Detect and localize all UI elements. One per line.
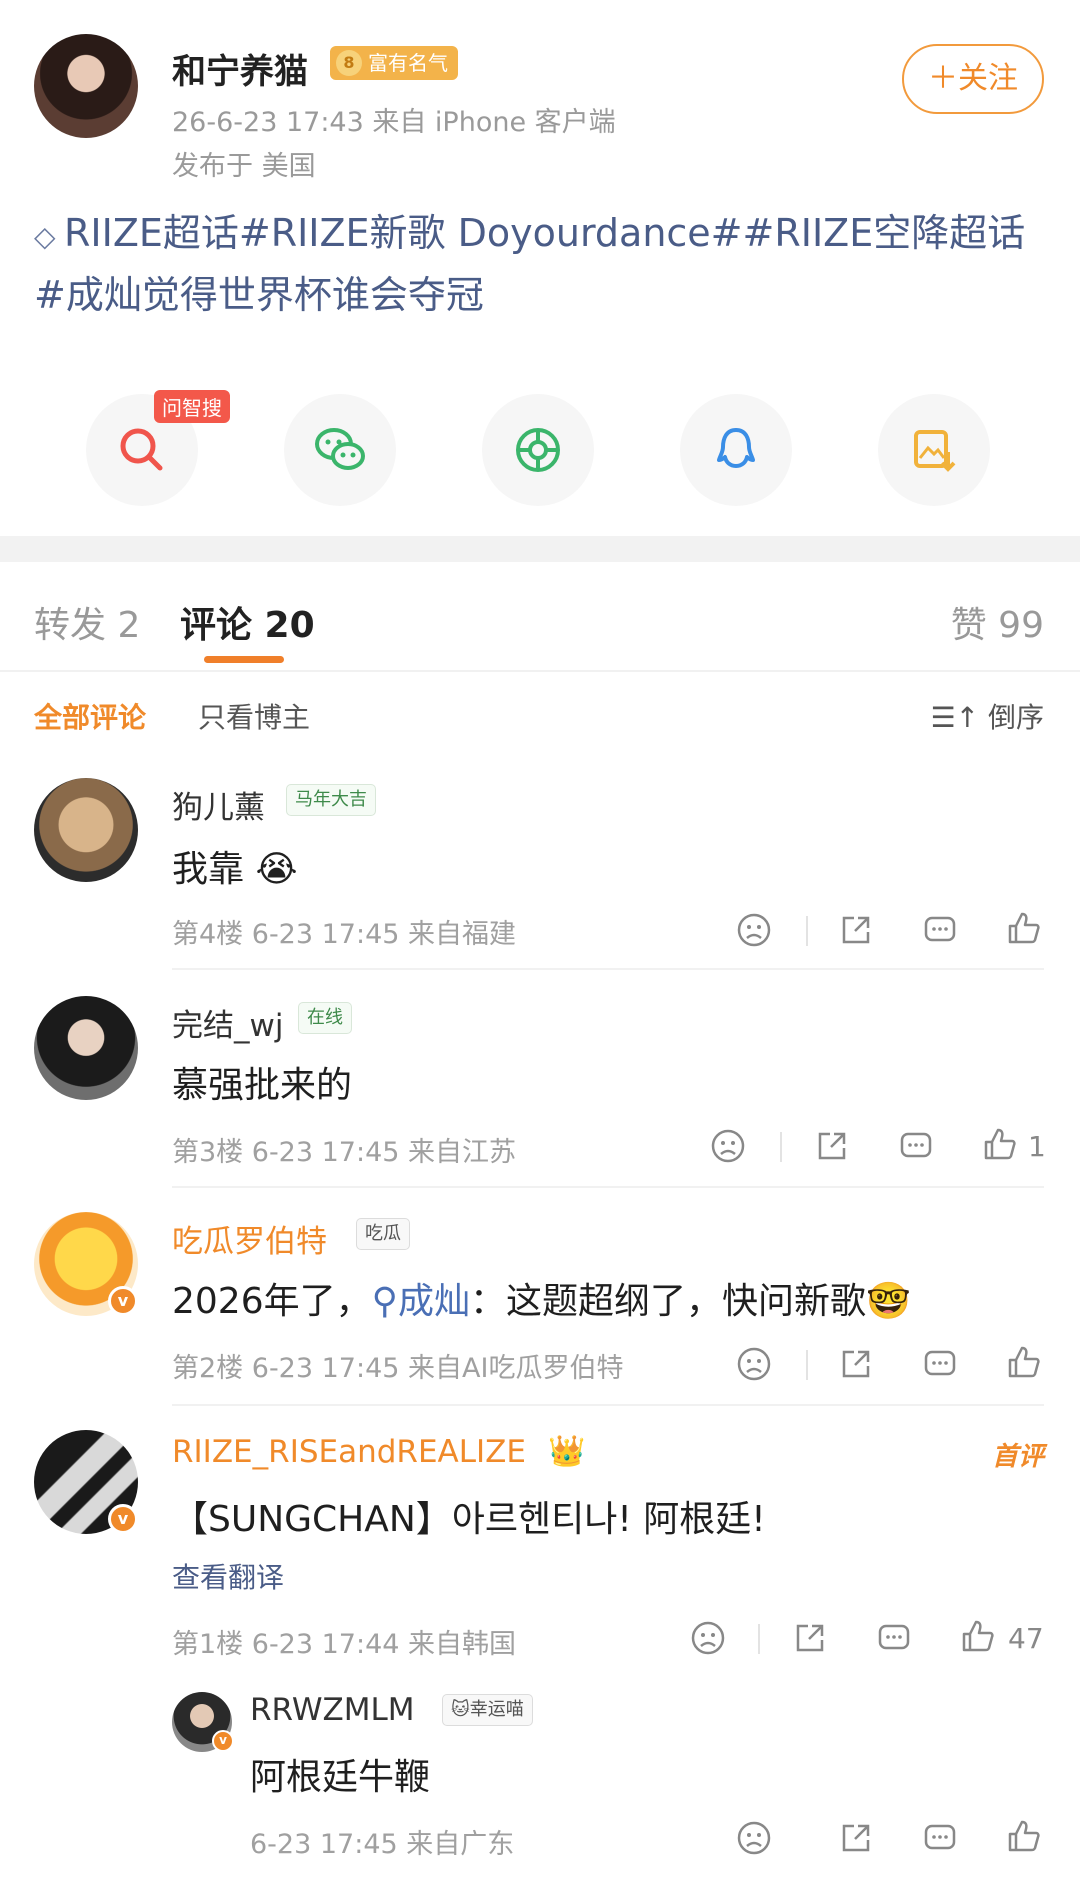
reply-meta: 6-23 17:45 来自广东: [250, 1829, 515, 1860]
save-image-button[interactable]: [878, 394, 990, 506]
share-icon[interactable]: [838, 1820, 874, 1856]
fame-badge: 8 富有名气: [330, 46, 458, 80]
user-badge: 🐱幸运喵: [442, 1694, 533, 1726]
comment-author[interactable]: RIIZE_RISEandREALIZE: [172, 1434, 526, 1470]
comment-divider: [172, 1186, 1044, 1188]
zhisou-tag: 问智搜: [154, 390, 230, 423]
comment-author[interactable]: 完结_wj: [172, 1000, 283, 1045]
post-location: 发布于 美国: [172, 151, 316, 182]
reply-icon[interactable]: [876, 1620, 912, 1656]
comment-text: 慕强批来的: [172, 1065, 353, 1106]
comment-divider: [172, 1404, 1044, 1406]
share-moments-button[interactable]: [482, 394, 594, 506]
crying-emoji-icon: 😭: [255, 849, 298, 890]
comment-author[interactable]: 吃瓜罗伯特: [172, 1216, 327, 1261]
action-divider: [780, 1132, 782, 1162]
verified-icon: v: [212, 1730, 234, 1752]
verified-icon: v: [108, 1504, 138, 1534]
share-wechat-button[interactable]: [284, 394, 396, 506]
crown-badge-icon: 👑: [548, 1434, 586, 1469]
fame-level-icon: 8: [336, 50, 362, 76]
like-icon[interactable]: [982, 1126, 1018, 1162]
search-link[interactable]: ⚲成灿: [372, 1281, 470, 1322]
like-icon[interactable]: [1006, 1344, 1042, 1380]
comment-text: 2026年了，⚲成灿：这题超纲了，快问新歌🤓: [172, 1281, 911, 1322]
dislike-icon[interactable]: [690, 1620, 726, 1656]
super-topic-icon: ◇: [34, 220, 56, 253]
comment-author[interactable]: 狗儿薰: [172, 782, 265, 827]
like-icon[interactable]: [1006, 1818, 1042, 1854]
reply-icon[interactable]: [922, 912, 958, 948]
post-body[interactable]: ◇ RIIZE超话#RIIZE新歌 Doyourdance##RIIZE空降超话#…: [34, 204, 1044, 324]
active-tab-indicator: [204, 656, 284, 663]
first-comment-tag: 首评: [991, 1442, 1044, 1472]
author-name[interactable]: 和宁养猫: [172, 44, 308, 93]
comment-meta: 第1楼 6-23 17:44 来自韩国: [172, 1629, 517, 1660]
dislike-icon[interactable]: [736, 1346, 772, 1382]
glasses-emoji-icon: 🤓: [866, 1281, 911, 1322]
share-icon[interactable]: [792, 1620, 828, 1656]
like-icon[interactable]: [1006, 910, 1042, 946]
reply-icon[interactable]: [922, 1346, 958, 1382]
comment-meta: 第4楼 6-23 17:45 来自福建: [172, 919, 517, 950]
zhisou-search-icon: [120, 428, 163, 471]
sort-toggle[interactable]: ☰↑ 倒序: [931, 696, 1044, 736]
post-time-source: 26-6-23 17:43 来自 iPhone 客户端: [172, 107, 616, 138]
follow-button[interactable]: ＋关注: [902, 44, 1044, 114]
action-divider: [806, 916, 808, 946]
dislike-icon[interactable]: [710, 1128, 746, 1164]
action-divider: [758, 1624, 760, 1654]
like-count: 47: [1008, 1622, 1044, 1655]
online-badge: 在线: [298, 1002, 352, 1034]
reply-author[interactable]: RRWZMLM: [250, 1692, 414, 1728]
tab-reposts[interactable]: 转发 2: [34, 596, 140, 648]
reply-icon[interactable]: [898, 1128, 934, 1164]
comment-text: 【SUNGCHAN】아르헨티나! 阿根廷!: [172, 1499, 766, 1540]
share-qq-button[interactable]: [680, 394, 792, 506]
sort-icon: ☰↑: [930, 701, 980, 734]
save-image-icon: [914, 430, 956, 472]
reply-icon[interactable]: [922, 1820, 958, 1856]
comment-meta: 第3楼 6-23 17:45 来自江苏: [172, 1137, 517, 1168]
tab-comments[interactable]: 评论 20: [180, 596, 315, 648]
dislike-icon[interactable]: [736, 1820, 772, 1856]
reply-text: 阿根廷牛鞭: [250, 1757, 431, 1798]
search-icon: ⚲: [371, 1281, 398, 1322]
section-divider: [0, 536, 1080, 562]
view-translation-link[interactable]: 查看翻译: [172, 1556, 284, 1596]
filter-owner-only[interactable]: 只看博主: [198, 696, 310, 736]
author-avatar[interactable]: [34, 34, 138, 138]
share-icon[interactable]: [814, 1128, 850, 1164]
tab-likes[interactable]: 赞 99: [951, 596, 1044, 648]
action-divider: [806, 1350, 808, 1380]
share-icon[interactable]: [838, 912, 874, 948]
comment-text: 我靠 😭: [172, 849, 298, 890]
comment-divider: [172, 968, 1044, 970]
tab-divider: [0, 670, 1080, 672]
comment-avatar[interactable]: [34, 778, 138, 882]
dislike-icon[interactable]: [736, 912, 772, 948]
comment-meta: 第2楼 6-23 17:45 来自AI吃瓜罗伯特: [172, 1353, 624, 1384]
share-icon[interactable]: [838, 1346, 874, 1382]
cat-icon: 🐱: [451, 1699, 470, 1720]
user-badge: 吃瓜: [356, 1218, 410, 1250]
moments-icon: [516, 428, 560, 472]
verified-icon: v: [108, 1286, 138, 1316]
qq-icon: [717, 428, 755, 468]
like-icon[interactable]: [960, 1618, 996, 1654]
like-count: 1: [1028, 1130, 1046, 1163]
wechat-icon: [315, 428, 365, 470]
user-badge: 马年大吉: [286, 784, 376, 816]
comment-avatar[interactable]: [34, 996, 138, 1100]
filter-all-comments[interactable]: 全部评论: [34, 696, 146, 736]
